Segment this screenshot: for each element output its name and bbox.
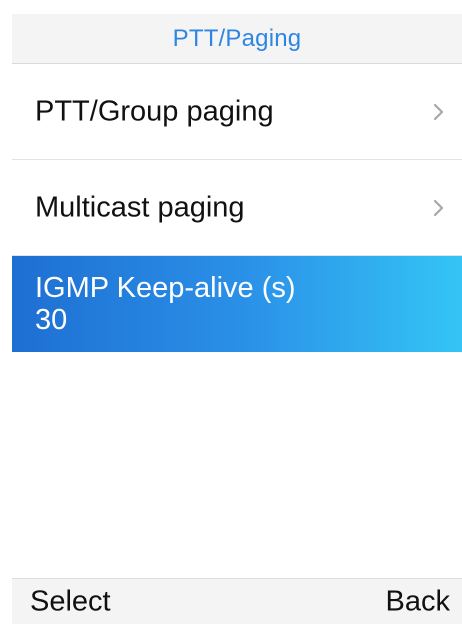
softkey-bar: Select Back <box>12 578 462 624</box>
page-title: PTT/Paging <box>172 24 302 52</box>
igmp-keep-alive-label: IGMP Keep-alive (s) <box>35 272 296 304</box>
menu-list: PTT/Group paging Multicast paging IGMP K… <box>12 64 462 352</box>
menu-item-label: PTT/Group paging <box>35 95 274 127</box>
chevron-right-icon <box>433 103 444 120</box>
menu-item-label: Multicast paging <box>35 191 245 223</box>
back-softkey[interactable]: Back <box>386 585 450 618</box>
menu-item-igmp-keep-alive[interactable]: IGMP Keep-alive (s) 30 <box>12 256 462 352</box>
screen-header: PTT/Paging <box>12 14 462 64</box>
phone-screen: PTT/Paging PTT/Group paging Multicast pa… <box>0 0 462 624</box>
select-softkey[interactable]: Select <box>30 585 111 618</box>
menu-item-multicast-paging[interactable]: Multicast paging <box>12 160 462 256</box>
selected-item-text: IGMP Keep-alive (s) 30 <box>35 272 296 336</box>
chevron-right-icon <box>433 199 444 216</box>
menu-item-ptt-group-paging[interactable]: PTT/Group paging <box>12 64 462 160</box>
igmp-keep-alive-value: 30 <box>35 304 68 336</box>
